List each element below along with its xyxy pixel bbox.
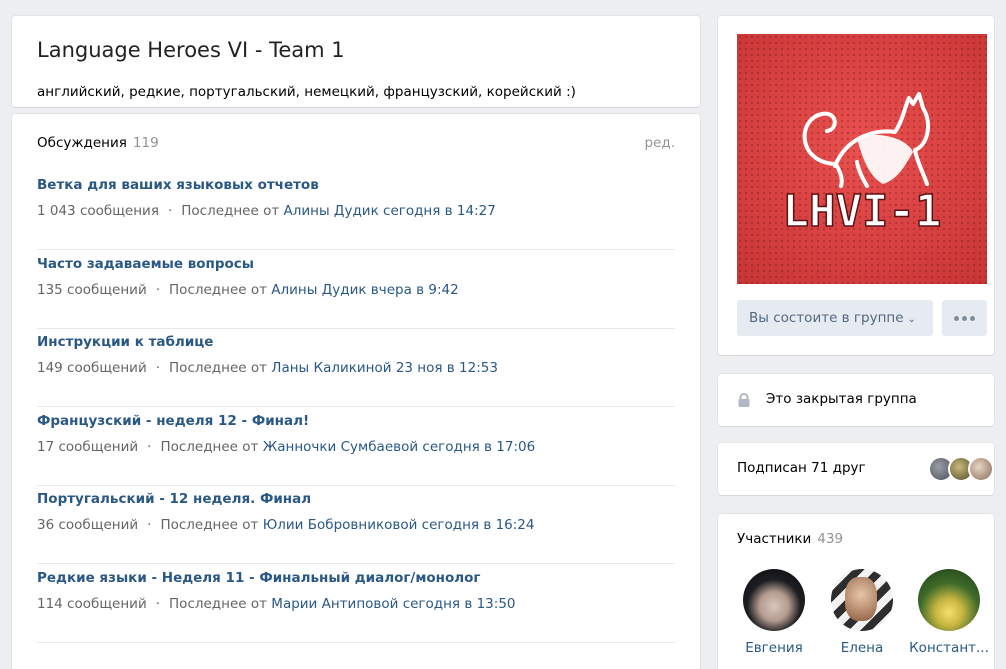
topics-count: 119 <box>132 135 159 151</box>
topic-title[interactable]: Французский - неделя 12 - Финал! <box>37 413 309 429</box>
topic-message-count: 36 сообщений <box>37 517 139 533</box>
topic-meta: 149 сообщений · Последнее от Ланы Каликино… <box>37 360 498 376</box>
topic-last-prefix: Последнее от <box>169 360 267 376</box>
topic-last-prefix: Последнее от <box>160 517 259 533</box>
friends-count-label[interactable]: Подписан 71 друг <box>737 460 866 476</box>
topic-row[interactable]: Инструкции к таблице 149 сообщений · После… <box>37 328 675 407</box>
member-name[interactable]: Елена <box>821 640 903 656</box>
topic-meta: 114 сообщений · Последнее от Марии Антипов… <box>37 596 516 612</box>
topic-last-post-link[interactable]: Юлии Бобровниковой сегодня в 16:24 <box>263 517 535 533</box>
separator-dot: · <box>147 517 152 533</box>
topic-last-prefix: Последнее от <box>169 282 267 298</box>
members-count: 439 <box>817 531 844 547</box>
member-item[interactable]: Евгения <box>733 569 815 656</box>
group-title: Language Heroes VI - Team 1 <box>37 38 345 62</box>
topic-last-prefix: Последнее от <box>169 596 267 612</box>
member-item[interactable]: Елена <box>821 569 903 656</box>
member-name[interactable]: Констант... <box>908 640 990 656</box>
group-status: английский, редкие, португальский, немец… <box>37 84 576 100</box>
more-dots-icon <box>970 316 975 321</box>
topic-title[interactable]: Инструкции к таблице <box>37 334 213 350</box>
topic-last-post-link[interactable]: Алины Дудик вчера в 9:42 <box>271 282 458 298</box>
topic-message-count: 114 сообщений <box>37 596 147 612</box>
topic-title[interactable]: Португальский - 12 неделя. Финал <box>37 491 311 507</box>
avatar[interactable] <box>831 569 893 631</box>
topic-last-post-link[interactable]: Алины Дудик сегодня в 14:27 <box>284 203 496 219</box>
topics-block: Обсуждения 119 ред. Ветка для ваших языко… <box>12 114 700 669</box>
topic-message-count: 135 сообщений <box>37 282 147 298</box>
topic-message-count: 149 сообщений <box>37 360 147 376</box>
topic-row[interactable]: Французский - неделя 12 - Финал! 17 сооб… <box>37 407 675 486</box>
chevron-down-icon: ⌄ <box>907 314 916 325</box>
topic-row[interactable]: Редкие языки - Неделя 11 - Финальный диа… <box>37 564 675 643</box>
membership-label: Вы состоите в группе <box>749 310 904 326</box>
topic-title[interactable]: Ветка для ваших языковых отчетов <box>37 177 319 193</box>
members-title[interactable]: Участники <box>737 531 811 547</box>
topic-row[interactable]: Часто задаваемые вопросы 135 сообщений · П… <box>37 250 675 329</box>
avatar[interactable] <box>918 569 980 631</box>
members-header[interactable]: Участники 439 <box>737 531 843 547</box>
topic-message-count: 1 043 сообщения <box>37 203 159 219</box>
member-item[interactable]: Констант... <box>908 569 990 656</box>
cover-text-svg: LHVI-1 <box>782 185 942 238</box>
topic-last-post-link[interactable]: Ланы Каликиной 23 ноя в 12:53 <box>271 360 498 376</box>
separator-dot: · <box>155 596 161 612</box>
friend-avatar[interactable] <box>968 456 994 482</box>
topic-meta: 17 сообщений · Последнее от Жанночки Сумба… <box>37 439 535 455</box>
more-button[interactable] <box>942 300 987 336</box>
avatar-face <box>845 577 877 621</box>
topic-message-count: 17 сообщений <box>37 439 139 455</box>
topics-title[interactable]: Обсуждения <box>37 135 127 151</box>
lock-icon <box>738 393 750 407</box>
topics-header[interactable]: Обсуждения 119 <box>37 135 159 151</box>
topic-last-prefix: Последнее от <box>181 203 280 219</box>
closed-group-info: Это закрытая группа <box>718 374 994 426</box>
topic-last-post-link[interactable]: Жанночки Сумбаевой сегодня в 17:06 <box>263 439 536 455</box>
separator-dot: · <box>155 282 161 298</box>
topic-last-post-link[interactable]: Марии Антиповой сегодня в 13:50 <box>271 596 515 612</box>
cover-text: LHVI-1 <box>783 186 942 237</box>
separator-dot: · <box>167 203 173 219</box>
topic-meta: 135 сообщений · Последнее от Алины Дудик в… <box>37 282 459 298</box>
topic-last-prefix: Последнее от <box>160 439 259 455</box>
avatar[interactable] <box>743 569 805 631</box>
separator-dot: · <box>147 439 152 455</box>
member-name[interactable]: Евгения <box>733 640 815 656</box>
closed-group-label: Это закрытая группа <box>766 391 917 407</box>
topic-title[interactable]: Часто задаваемые вопросы <box>37 256 254 272</box>
more-dots-icon <box>962 316 967 321</box>
topics-edit-link[interactable]: ред. <box>644 135 675 151</box>
group-cover-block: LHVI-1 Вы состоите в группе ⌄ <box>718 16 994 355</box>
topic-row[interactable]: Португальский - 12 неделя. Финал 36 сооб… <box>37 485 675 564</box>
group-avatar[interactable]: LHVI-1 <box>737 34 987 284</box>
members-block: Участники 439 Евгения Елена Констант... <box>718 514 994 669</box>
group-header: Language Heroes VI - Team 1 английский, … <box>12 16 700 107</box>
separator-dot: · <box>155 360 161 376</box>
membership-button[interactable]: Вы состоите в группе ⌄ <box>737 300 933 336</box>
more-dots-icon <box>954 316 959 321</box>
topic-row[interactable]: Ветка для ваших языковых отчетов 1 043 с… <box>37 171 675 250</box>
topic-meta: 1 043 сообщения · Последнее от Алины Дудик… <box>37 203 496 219</box>
friends-block[interactable]: Подписан 71 друг <box>718 443 994 495</box>
topic-meta: 36 сообщений · Последнее от Юлии Бобровник… <box>37 517 534 533</box>
topic-title[interactable]: Редкие языки - Неделя 11 - Финальный диа… <box>37 570 480 586</box>
